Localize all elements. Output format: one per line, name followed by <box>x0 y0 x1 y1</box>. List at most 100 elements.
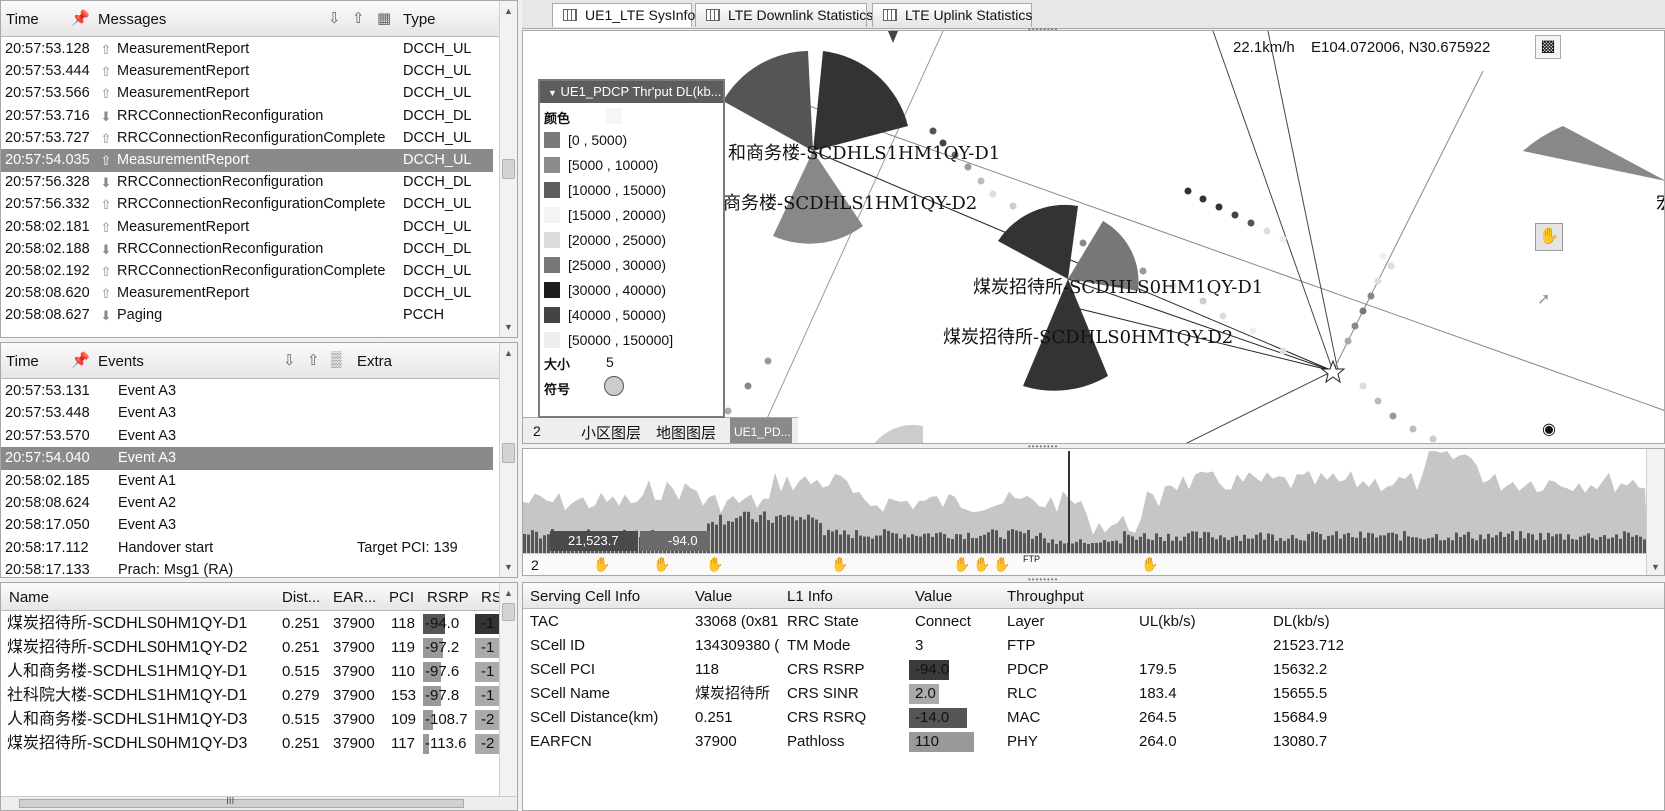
neighbor-row[interactable]: 人和商务楼-SCDHLS1HM1QY-D3 0.515 37900 109 -108.7… <box>1 708 499 732</box>
tab-cell-layer[interactable]: 小区图层 <box>581 422 641 443</box>
neighbor-row[interactable]: 煤炭招待所-SCDHLS0HM1QY-D3 0.251 37900 117 -113.6… <box>1 732 499 756</box>
scroll-down-icon[interactable]: ▼ <box>500 559 517 575</box>
event-row[interactable]: 20:57:53.448 Event A3 <box>1 402 493 425</box>
serving-row[interactable]: EARFCN 37900 Pathloss 110 PHY 264.0 13080.7 <box>523 730 1663 754</box>
col-time-header[interactable]: Time <box>6 353 39 370</box>
event-hand-icon[interactable]: ✋ <box>653 556 670 573</box>
scroll-down-icon[interactable]: ▼ <box>500 319 517 335</box>
message-row[interactable]: 20:58:08.620 ⇧ MeasurementReport DCCH_UL <box>1 282 493 305</box>
col-throughput-header[interactable]: Throughput <box>1007 588 1084 605</box>
grid-icon[interactable]: ▦ <box>377 9 391 27</box>
hscroll-thumb[interactable] <box>19 799 464 808</box>
col-time-header[interactable]: Time <box>6 11 39 28</box>
tab-pdcp-layer[interactable]: UE1_PD... <box>730 418 792 443</box>
event-row[interactable]: 20:58:17.112 Handover start Target PCI: 13… <box>1 537 493 560</box>
neighbor-row[interactable]: 煤炭招待所-SCDHLS0HM1QY-D2 0.251 37900 119 -97.2 -… <box>1 636 499 660</box>
message-row[interactable]: 20:57:53.566 ⇧ MeasurementReport DCCH_UL <box>1 82 493 105</box>
event-row[interactable]: 20:57:54.040 Event A3 <box>1 447 493 471</box>
timeline-chart[interactable]: 21,523.7 -94.0 2 ✋ ✋ ✋ ✋ ✋ ✋ ✋ FTP ✋ ▼ <box>522 448 1665 576</box>
event-hand-icon[interactable]: ✋ <box>593 556 610 573</box>
col-earfcn-header[interactable]: EAR... <box>333 589 376 606</box>
tab-map-layer[interactable]: 地图图层 <box>656 422 716 443</box>
legend-collapse-icon[interactable]: ▼ <box>548 88 557 98</box>
event-row[interactable]: 20:58:02.185 Event A1 <box>1 470 493 493</box>
serving-row[interactable]: SCell PCI 118 CRS RSRP -94.0 PDCP 179.5 15632.… <box>523 658 1663 682</box>
scroll-thumb[interactable] <box>502 603 515 621</box>
event-hand-icon[interactable]: ✋ <box>1141 556 1158 573</box>
serving-row[interactable]: SCell Distance(km) 0.251 CRS RSRQ -14.0 MAC 2… <box>523 706 1663 730</box>
message-row[interactable]: 20:57:53.727 ⇧ RRCConnectionReconfiguratio… <box>1 127 493 150</box>
message-row[interactable]: 20:58:02.188 ⬇ RRCConnectionReconfiguratio… <box>1 238 493 261</box>
neighbor-hscrollbar[interactable]: III <box>1 796 517 810</box>
filter-up-icon[interactable]: ⇧ <box>307 351 320 369</box>
tab-2[interactable]: LTE Uplink Statistics <box>872 3 1032 27</box>
eye-icon[interactable]: ◉ <box>1537 419 1561 439</box>
col-l1-value-header[interactable]: Value <box>915 588 952 605</box>
event-hand-icon[interactable]: ✋ <box>706 556 723 573</box>
pan-hand-icon[interactable]: ✋ <box>1535 223 1563 251</box>
tab-1[interactable]: LTE Downlink Statistics <box>695 3 873 27</box>
timeline-scrollbar[interactable]: ▼ <box>1646 449 1664 575</box>
serving-row[interactable]: TAC 33068 (0x81 RRC State Connect Layer UL(kb… <box>523 610 1663 634</box>
col-value-header[interactable]: Value <box>695 588 732 605</box>
col-name-header[interactable]: Name <box>9 589 49 606</box>
event-hand-icon[interactable]: ✋ <box>831 556 848 573</box>
col-events-header[interactable]: Events <box>98 353 144 370</box>
events-scrollbar[interactable]: ▲ ▼ <box>499 343 517 577</box>
event-row[interactable]: 20:57:53.570 Event A3 <box>1 425 493 448</box>
message-row[interactable]: 20:58:08.627 ⬇ Paging PCCH <box>1 304 493 327</box>
col-dist-header[interactable]: Dist... <box>282 589 320 606</box>
neighbor-row[interactable]: 社科院大楼-SCDHLS1HM1QY-D1 0.279 37900 153 -97.8 -… <box>1 684 499 708</box>
message-row[interactable]: 20:57:56.332 ⇧ RRCConnectionReconfiguratio… <box>1 193 493 216</box>
message-row[interactable]: 20:57:53.128 ⇧ MeasurementReport DCCH_UL <box>1 38 493 61</box>
pin-icon[interactable]: 📌 <box>71 9 90 27</box>
filter-up-icon[interactable]: ⇧ <box>352 9 365 27</box>
scroll-down-icon[interactable]: ▼ <box>1647 559 1664 575</box>
ftp-marker[interactable]: FTP <box>1023 554 1040 564</box>
map-label-site1-d2: 商务楼-SCDHLS1HM1QY-D2 <box>723 193 977 214</box>
neighbor-row[interactable]: 煤炭招待所-SCDHLS0HM1QY-D1 0.251 37900 118 -94.0 -… <box>1 612 499 636</box>
neighbor-scrollbar[interactable]: ▲ <box>499 583 517 796</box>
messages-scrollbar[interactable]: ▲ ▼ <box>499 1 517 337</box>
event-row[interactable]: 20:58:17.050 Event A3 <box>1 514 493 537</box>
filter-icon[interactable]: ⇩ <box>328 9 341 27</box>
message-row[interactable]: 20:57:54.035 ⇧ MeasurementReport DCCH_UL <box>1 149 493 172</box>
message-row[interactable]: 20:57:53.716 ⬇ RRCConnectionReconfiguratio… <box>1 105 493 128</box>
neighbor-row[interactable]: 人和商务楼-SCDHLS1HM1QY-D1 0.515 37900 110 -97.6 -… <box>1 660 499 684</box>
pin-icon[interactable]: 📌 <box>71 351 90 369</box>
arrow-down-icon: ⬇ <box>100 108 112 124</box>
message-row[interactable]: 20:58:02.181 ⇧ MeasurementReport DCCH_UL <box>1 216 493 239</box>
chart-icon[interactable]: ▒ <box>331 351 342 368</box>
throughput-bar <box>783 516 786 553</box>
col-rsrp-header[interactable]: RSRP <box>427 589 469 606</box>
ruler-icon[interactable]: ➚ <box>1537 289 1561 309</box>
filter-icon[interactable]: ⇩ <box>283 351 296 369</box>
car-icon[interactable]: ▩ <box>1535 35 1561 59</box>
message-row[interactable]: 20:57:56.328 ⬇ RRCConnectionReconfiguratio… <box>1 171 493 194</box>
scroll-up-icon[interactable]: ▲ <box>500 3 517 19</box>
col-serving-info-header[interactable]: Serving Cell Info <box>530 588 640 605</box>
col-l1-info-header[interactable]: L1 Info <box>787 588 833 605</box>
col-type-header[interactable]: Type <box>403 11 436 28</box>
col-pci-header[interactable]: PCI <box>389 589 414 606</box>
message-row[interactable]: 20:57:53.444 ⇧ MeasurementReport DCCH_UL <box>1 60 493 83</box>
event-hand-icon[interactable]: ✋ <box>953 556 970 573</box>
event-hand-icon[interactable]: ✋ <box>973 556 990 573</box>
event-row[interactable]: 20:58:08.624 Event A2 <box>1 492 493 515</box>
scroll-up-icon[interactable]: ▲ <box>500 585 517 601</box>
event-row[interactable]: 20:57:53.131 Event A3 <box>1 380 493 403</box>
scroll-up-icon[interactable]: ▲ <box>500 345 517 361</box>
col-extra-header[interactable]: Extra <box>357 353 392 370</box>
tab-0[interactable]: UE1_LTE SysInfo <box>552 3 695 27</box>
serving-row[interactable]: SCell Name 煤炭招待所 CRS SINR 2.0 RLC 183.4 15655.… <box>523 682 1663 706</box>
scroll-thumb[interactable] <box>502 443 515 463</box>
message-row[interactable]: 20:58:02.192 ⇧ RRCConnectionReconfiguratio… <box>1 260 493 283</box>
legend-title[interactable]: ▼ UE1_PDCP Thr'put DL(kb... <box>540 81 723 103</box>
map-legend[interactable]: ▼ UE1_PDCP Thr'put DL(kb... 颜色 [0 , 5000… <box>538 79 725 418</box>
scroll-thumb[interactable] <box>502 159 515 179</box>
cell-sectors[interactable] <box>723 51 1665 444</box>
event-row[interactable]: 20:58:17.133 Prach: Msg1 (RA) <box>1 559 493 577</box>
col-messages-header[interactable]: Messages <box>98 11 166 28</box>
event-hand-icon[interactable]: ✋ <box>993 556 1010 573</box>
serving-row[interactable]: SCell ID 134309380 (TM Mode 3 FTP 21523.712 <box>523 634 1663 658</box>
